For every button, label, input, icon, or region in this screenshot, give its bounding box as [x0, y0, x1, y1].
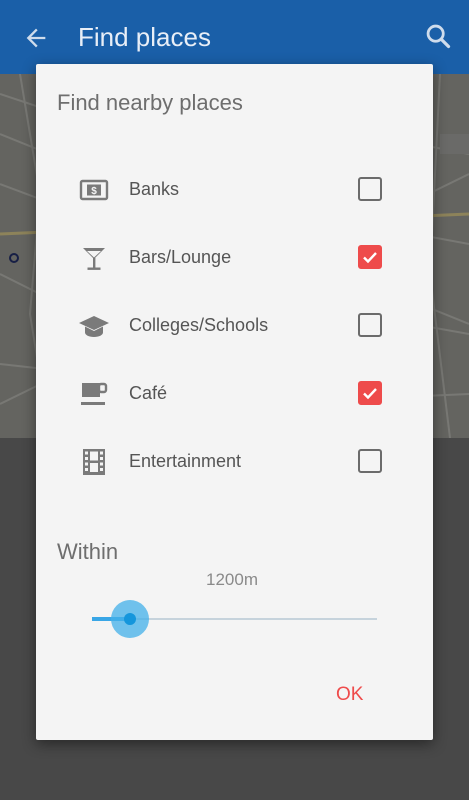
- category-row-colleges-schools[interactable]: Colleges/Schools: [36, 294, 433, 362]
- category-label: Banks: [129, 179, 180, 199]
- search-icon[interactable]: [424, 22, 452, 50]
- check-icon: [363, 388, 377, 400]
- checkbox-bars-lounge[interactable]: [358, 245, 382, 269]
- category-label: Bars/Lounge: [129, 247, 232, 267]
- category-label: Café: [129, 383, 168, 403]
- back-arrow-icon[interactable]: [22, 24, 50, 52]
- ok-button[interactable]: OK: [336, 684, 363, 706]
- dialog-title: Find nearby places: [57, 90, 243, 115]
- coffee-cup-icon: [81, 382, 108, 405]
- distance-slider[interactable]: [92, 600, 377, 638]
- category-row-cafe[interactable]: Café: [36, 362, 433, 430]
- category-label: Entertainment: [129, 451, 242, 471]
- svg-text:$: $: [91, 186, 97, 197]
- category-row-entertainment[interactable]: Entertainment: [36, 430, 433, 498]
- graduation-cap-icon: [79, 316, 109, 337]
- page-title: Find places: [78, 22, 211, 52]
- find-places-dialog: Find nearby places $ Banks Bars/Lounge C: [36, 64, 433, 740]
- category-row-banks[interactable]: $ Banks: [36, 158, 433, 226]
- cocktail-icon: [83, 248, 105, 270]
- within-label: Within: [57, 539, 119, 564]
- category-row-bars-lounge[interactable]: Bars/Lounge: [36, 226, 433, 294]
- distance-value: 1200m: [206, 570, 258, 589]
- bank-icon: $: [79, 179, 109, 201]
- app-bar: Find places: [0, 0, 469, 74]
- check-icon: [363, 252, 377, 264]
- checkbox-entertainment[interactable]: [358, 449, 382, 473]
- category-label: Colleges/Schools: [129, 315, 269, 335]
- checkbox-cafe[interactable]: [358, 381, 382, 405]
- film-icon: [83, 449, 105, 475]
- checkbox-banks[interactable]: [358, 177, 382, 201]
- checkbox-colleges-schools[interactable]: [358, 313, 382, 337]
- slider-thumb[interactable]: [124, 613, 136, 625]
